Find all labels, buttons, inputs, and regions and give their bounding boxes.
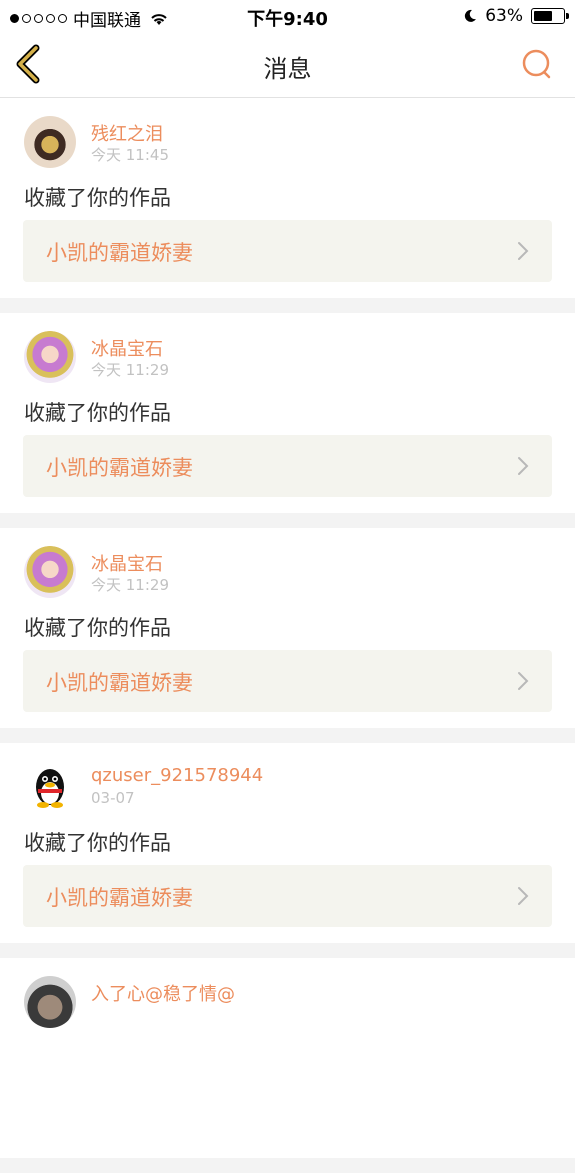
chevron-right-icon	[518, 457, 529, 475]
timestamp: 03-07	[91, 789, 135, 807]
work-link[interactable]: 小凯的霸道娇妻	[23, 435, 552, 497]
username[interactable]: qzuser_921578944	[91, 765, 263, 786]
message-card[interactable]: 冰晶宝石 今天 11:29 收藏了你的作品 小凯的霸道娇妻	[0, 313, 575, 513]
status-right: 63%	[463, 6, 569, 26]
work-title: 小凯的霸道娇妻	[46, 241, 193, 265]
page-title: 消息	[263, 55, 312, 83]
username[interactable]: 入了心@稳了情@	[91, 980, 235, 1006]
nav-bar: 消息	[0, 34, 575, 98]
avatar[interactable]	[24, 116, 76, 168]
avatar[interactable]	[24, 546, 76, 598]
username[interactable]: 冰晶宝石	[91, 550, 163, 576]
battery-icon	[531, 8, 569, 24]
action-text: 收藏了你的作品	[24, 616, 171, 640]
message-card[interactable]: 残红之泪 今天 11:45 收藏了你的作品 小凯的霸道娇妻	[0, 98, 575, 298]
username[interactable]: 残红之泪	[91, 120, 163, 146]
work-link[interactable]: 小凯的霸道娇妻	[23, 865, 552, 927]
avatar[interactable]	[24, 976, 76, 1028]
search-button[interactable]	[521, 48, 553, 80]
action-text: 收藏了你的作品	[24, 401, 171, 425]
status-bar: 中国联通 下午9:40 63%	[0, 0, 575, 34]
message-card[interactable]: qzuser_921578944 03-07 收藏了你的作品 小凯的霸道娇妻	[0, 743, 575, 943]
battery-percent: 63%	[485, 6, 523, 26]
work-link[interactable]: 小凯的霸道娇妻	[23, 650, 552, 712]
moon-icon	[465, 9, 477, 22]
chevron-right-icon	[518, 887, 529, 905]
work-link[interactable]: 小凯的霸道娇妻	[23, 220, 552, 282]
chevron-right-icon	[518, 672, 529, 690]
action-text: 收藏了你的作品	[24, 186, 171, 210]
timestamp: 今天 11:45	[91, 146, 169, 164]
username[interactable]: 冰晶宝石	[91, 335, 163, 361]
timestamp: 今天 11:29	[91, 361, 169, 379]
action-text: 收藏了你的作品	[24, 831, 171, 855]
message-card[interactable]: 入了心@稳了情@	[0, 958, 575, 1158]
timestamp: 今天 11:29	[91, 576, 169, 594]
work-title: 小凯的霸道娇妻	[46, 886, 193, 910]
work-title: 小凯的霸道娇妻	[46, 456, 193, 480]
chevron-right-icon	[518, 242, 529, 260]
avatar[interactable]	[24, 331, 76, 383]
message-card[interactable]: 冰晶宝石 今天 11:29 收藏了你的作品 小凯的霸道娇妻	[0, 528, 575, 728]
message-list: 残红之泪 今天 11:45 收藏了你的作品 小凯的霸道娇妻 冰晶宝石 今天 11:29…	[0, 98, 575, 1173]
avatar[interactable]	[24, 761, 76, 813]
work-title: 小凯的霸道娇妻	[46, 671, 193, 695]
